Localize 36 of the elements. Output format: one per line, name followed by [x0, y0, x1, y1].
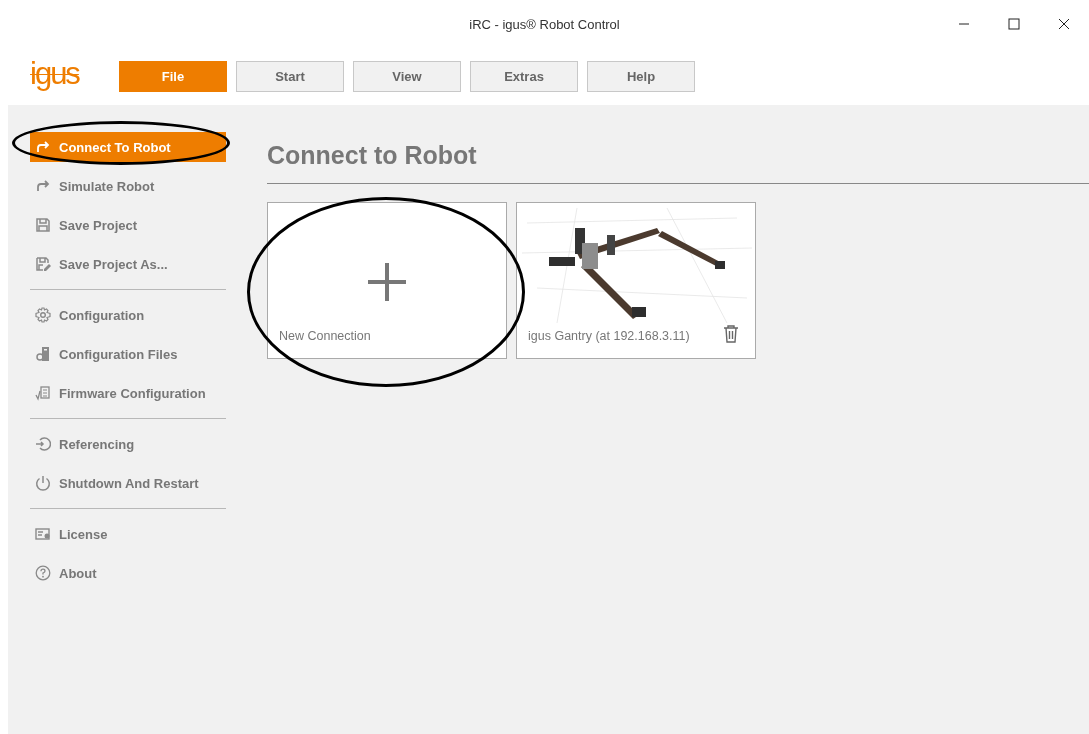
- window-title: iRC - igus® Robot Control: [469, 16, 620, 32]
- menu-tab[interactable]: Start: [236, 61, 344, 92]
- menu-tab[interactable]: File: [119, 61, 227, 92]
- card-label: New Connection: [279, 329, 371, 343]
- logo: igus: [30, 55, 81, 92]
- power-icon: [35, 475, 51, 491]
- sidebar-item[interactable]: Referencing: [30, 429, 226, 459]
- sidebar-item[interactable]: Configuration: [30, 300, 226, 330]
- sidebar-item[interactable]: Save Project: [30, 210, 226, 240]
- new-connection-card[interactable]: New Connection: [267, 202, 507, 359]
- sidebar-item[interactable]: Firmware Configuration: [30, 378, 226, 408]
- menu-tab[interactable]: View: [353, 61, 461, 92]
- page-heading: Connect to Robot: [267, 141, 478, 171]
- sidebar-item[interactable]: Save Project As...: [30, 249, 226, 279]
- menu-tab[interactable]: Extras: [470, 61, 578, 92]
- sidebar-item[interactable]: Simulate Robot: [30, 171, 226, 201]
- redo-arrow-icon: [35, 139, 51, 155]
- trash-icon[interactable]: [723, 325, 739, 343]
- sidebar-item[interactable]: About: [30, 558, 226, 588]
- menu-tab[interactable]: Help: [587, 61, 695, 92]
- redo-arrow-icon: [35, 178, 51, 194]
- sidebar-item[interactable]: Connect To Robot: [30, 132, 226, 162]
- card-label: igus Gantry (at 192.168.3.11): [528, 329, 690, 343]
- gear-icon: [35, 307, 51, 323]
- save-icon: [35, 217, 51, 233]
- sidebar-item[interactable]: Shutdown And Restart: [30, 468, 226, 498]
- checklist-icon: [35, 385, 51, 401]
- robot-card[interactable]: igus Gantry (at 192.168.3.11): [516, 202, 756, 359]
- save-edit-icon: [35, 256, 51, 272]
- file-gear-icon: [35, 346, 51, 362]
- help-icon: [35, 565, 51, 581]
- sidebar-item[interactable]: License: [30, 519, 226, 549]
- enter-circle-icon: [35, 436, 51, 452]
- plus-icon: [366, 261, 408, 303]
- sidebar-item[interactable]: Configuration Files: [30, 339, 226, 369]
- certificate-icon: [35, 526, 51, 542]
